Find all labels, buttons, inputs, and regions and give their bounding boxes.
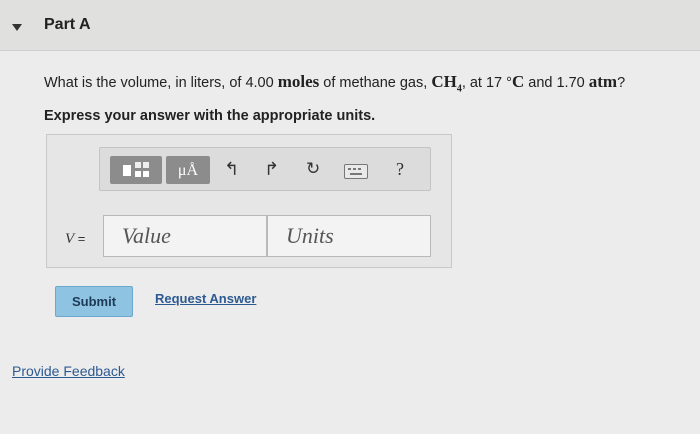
equals-sign: = xyxy=(74,231,86,246)
submit-button[interactable]: Submit xyxy=(55,286,133,317)
question-segment: What is the volume, in liters, of 4.00 xyxy=(44,75,278,91)
request-answer-link[interactable]: Request Answer xyxy=(155,291,256,306)
units-symbol-button[interactable]: μÅ xyxy=(166,156,210,184)
question-segment: , at 17 ° xyxy=(461,75,512,91)
answer-box: μÅ ↰ ↱ ↻ ? V = Value Units xyxy=(46,134,452,268)
unit-moles: moles xyxy=(277,72,320,91)
question-segment: of methane gas, xyxy=(319,75,432,91)
math-toolbar: μÅ ↰ ↱ ↻ ? xyxy=(99,147,431,191)
keyboard-keys-icon xyxy=(348,168,362,175)
templates-icon xyxy=(123,162,149,177)
question-segment: and 1.70 xyxy=(524,75,589,91)
units-input[interactable]: Units xyxy=(267,215,431,257)
unit-celsius: C xyxy=(511,72,525,91)
redo-icon[interactable]: ↱ xyxy=(264,158,279,180)
value-input[interactable]: Value xyxy=(103,215,267,257)
keyboard-icon[interactable] xyxy=(344,164,368,179)
formula-methane: CH4 xyxy=(431,72,462,94)
formula-ch: CH xyxy=(431,72,457,91)
undo-icon[interactable]: ↰ xyxy=(224,158,239,180)
variable-label: V = xyxy=(65,231,85,248)
instruction-text: Express your answer with the appropriate… xyxy=(44,108,376,124)
provide-feedback-link[interactable]: Provide Feedback xyxy=(12,363,125,379)
caret-down-icon[interactable] xyxy=(12,24,22,31)
question-segment: ? xyxy=(617,75,626,91)
help-button[interactable]: ? xyxy=(396,158,404,180)
unit-atm: atm xyxy=(588,72,618,91)
part-title: Part A xyxy=(44,16,91,33)
variable-symbol: V xyxy=(65,231,75,247)
templates-button[interactable] xyxy=(110,156,162,184)
part-header[interactable]: Part A xyxy=(0,0,700,51)
reset-icon[interactable]: ↻ xyxy=(306,158,320,180)
question-text: What is the volume, in liters, of 4.00 m… xyxy=(44,72,625,94)
